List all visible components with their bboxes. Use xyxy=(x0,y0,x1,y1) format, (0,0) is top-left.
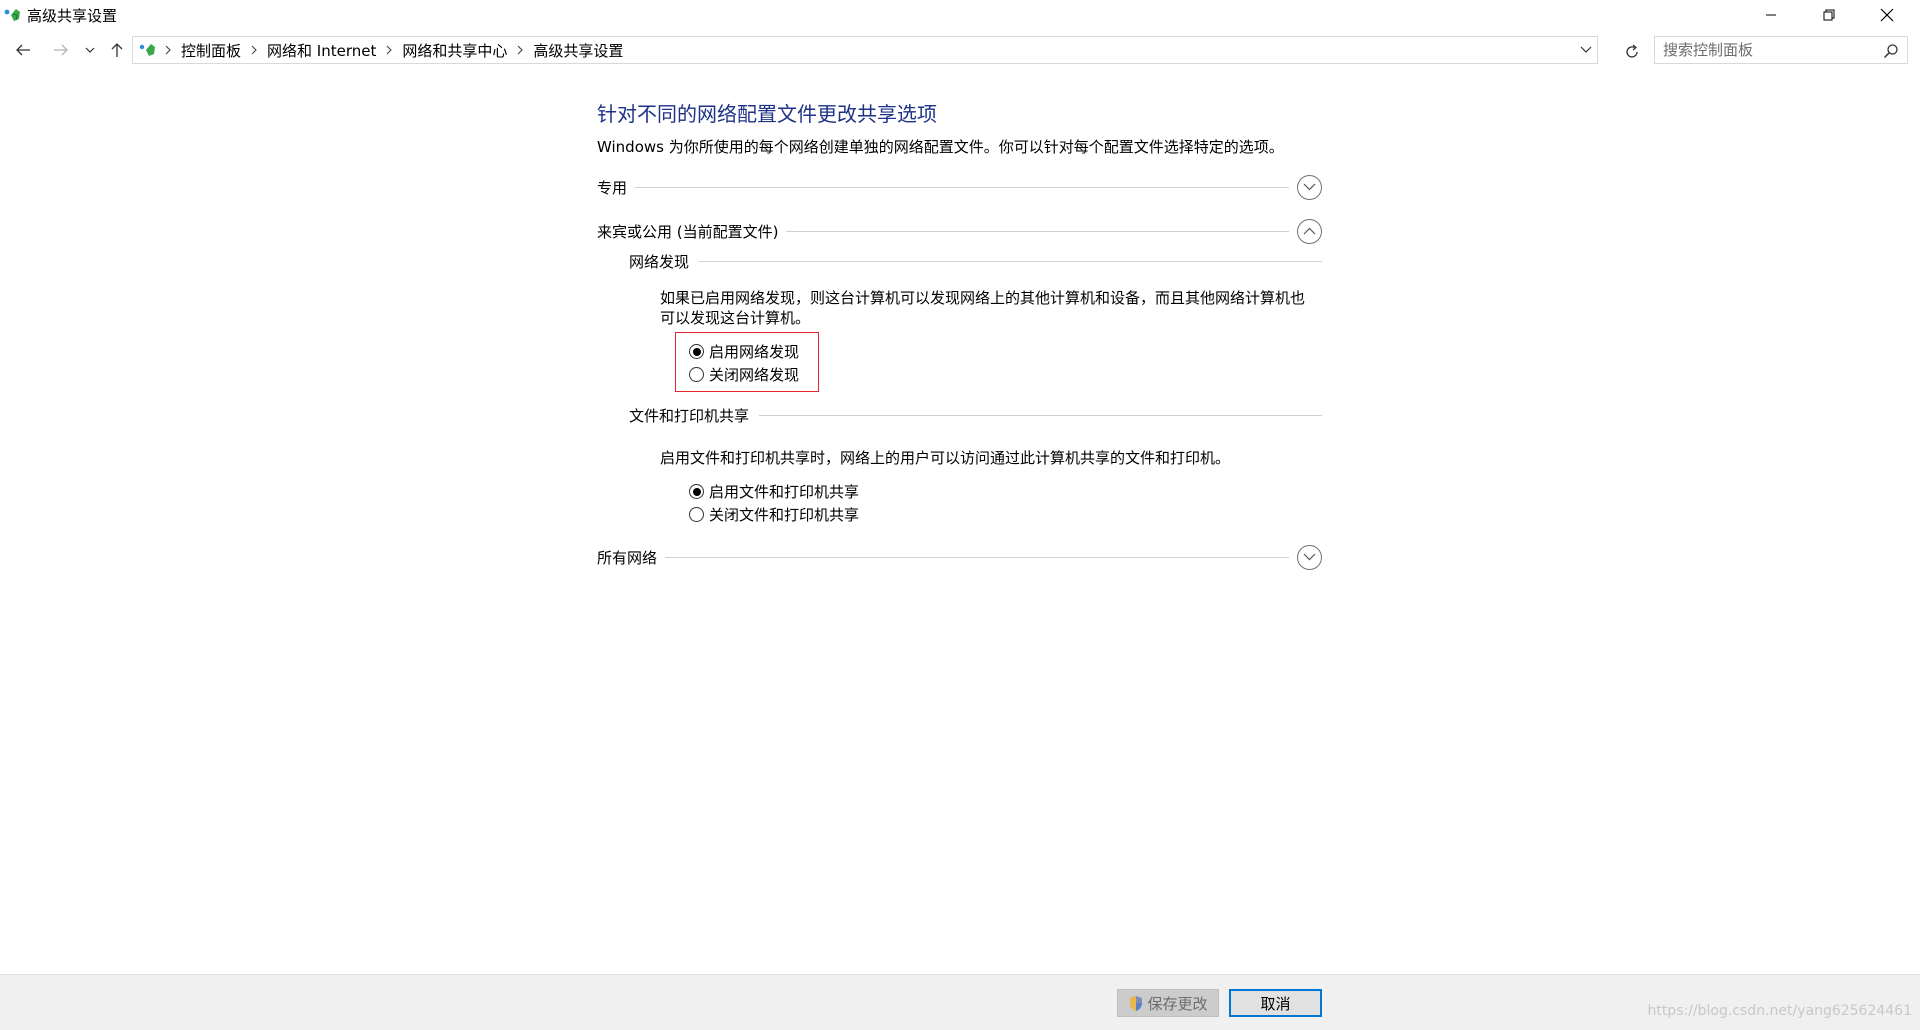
expand-private-button[interactable] xyxy=(1297,174,1322,200)
collapse-guest-public-button[interactable] xyxy=(1297,218,1322,244)
close-icon xyxy=(1880,8,1894,21)
breadcrumb-control-panel[interactable]: 控制面板 xyxy=(181,40,241,61)
watermark-text: https://blog.csdn.net/yang625624461 xyxy=(1647,1003,1912,1019)
section-divider xyxy=(786,230,1289,232)
arrow-left-icon xyxy=(16,44,30,56)
breadcrumb-separator-icon xyxy=(165,45,171,55)
file-printer-sharing-options: 启用文件和打印机共享 关闭文件和打印机共享 xyxy=(689,480,859,526)
section-divider xyxy=(699,260,1322,262)
chevron-down-icon xyxy=(85,47,95,53)
page-description: Windows 为你所使用的每个网络创建单独的网络配置文件。你可以针对每个配置文… xyxy=(597,138,1284,156)
file-printer-sharing-header: 文件和打印机共享 xyxy=(629,404,1322,426)
window-title: 高级共享设置 xyxy=(27,7,118,25)
expand-all-networks-button[interactable] xyxy=(1297,544,1322,570)
breadcrumb-separator-icon xyxy=(251,45,257,55)
radio-label: 启用文件和打印机共享 xyxy=(709,483,860,501)
section-divider xyxy=(759,414,1322,416)
restore-button[interactable] xyxy=(1800,0,1858,29)
minimize-button[interactable] xyxy=(1742,0,1800,29)
breadcrumb-separator-icon xyxy=(517,45,524,55)
up-button[interactable] xyxy=(104,38,130,62)
breadcrumb-advanced-sharing[interactable]: 高级共享设置 xyxy=(533,40,623,61)
advanced-sharing-settings-window: 高级共享设置 控制面板 网络和 Internet 网络和共享中心 高级共享设置 … xyxy=(0,0,1920,1030)
network-discovery-title: 网络发现 xyxy=(629,252,690,271)
radio-disable-file-printer-sharing[interactable]: 关闭文件和打印机共享 xyxy=(689,503,859,526)
footer-bar: 保存更改 取消 https://blog.csdn.net/yang625624… xyxy=(0,974,1920,1030)
arrow-right-icon xyxy=(54,44,68,56)
profile-guest-public-header[interactable]: 来宾或公用 (当前配置文件) xyxy=(597,218,1322,244)
minimize-icon xyxy=(1766,14,1776,15)
refresh-button[interactable] xyxy=(1620,40,1644,64)
file-printer-sharing-description: 启用文件和打印机共享时，网络上的用户可以访问通过此计算机共享的文件和打印机。 xyxy=(660,449,1231,467)
arrow-up-icon xyxy=(111,43,123,57)
close-button[interactable] xyxy=(1858,0,1916,29)
forward-button[interactable] xyxy=(48,38,74,62)
file-printer-sharing-title: 文件和打印机共享 xyxy=(629,406,750,425)
profile-private-header[interactable]: 专用 xyxy=(597,174,1322,200)
title-bar: 高级共享设置 xyxy=(0,0,1920,29)
navigation-bar: 控制面板 网络和 Internet 网络和共享中心 高级共享设置 xyxy=(0,34,1920,66)
search-icon xyxy=(1883,44,1898,59)
chevron-down-icon xyxy=(1580,46,1592,53)
radio-enable-file-printer-sharing[interactable]: 启用文件和打印机共享 xyxy=(689,480,859,503)
profile-private-label: 专用 xyxy=(597,178,628,197)
section-divider xyxy=(665,556,1289,558)
breadcrumb-network-sharing-center[interactable]: 网络和共享中心 xyxy=(402,40,507,61)
network-discovery-description: 如果已启用网络发现，则这台计算机可以发现网络上的其他计算机和设备，而且其他网络计… xyxy=(660,288,1305,328)
network-discovery-options: 启用网络发现 关闭网络发现 xyxy=(689,340,799,386)
radio-button-checked[interactable] xyxy=(689,344,704,359)
chevron-down-icon xyxy=(1303,183,1316,191)
radio-label: 关闭文件和打印机共享 xyxy=(709,506,860,524)
address-dropdown-button[interactable] xyxy=(1575,37,1597,63)
breadcrumb-network-internet[interactable]: 网络和 Internet xyxy=(267,40,376,61)
network-discovery-header: 网络发现 xyxy=(629,250,1322,272)
radio-button[interactable] xyxy=(689,507,704,522)
chevron-up-icon xyxy=(1303,227,1316,235)
profile-guest-public-label: 来宾或公用 (当前配置文件) xyxy=(597,222,779,241)
radio-label: 关闭网络发现 xyxy=(709,366,800,384)
save-changes-label: 保存更改 xyxy=(1147,994,1208,1013)
radio-label: 启用网络发现 xyxy=(709,343,800,361)
address-bar[interactable]: 控制面板 网络和 Internet 网络和共享中心 高级共享设置 xyxy=(132,36,1598,64)
back-button[interactable] xyxy=(10,38,36,62)
search-box[interactable] xyxy=(1654,36,1908,64)
cancel-button[interactable]: 取消 xyxy=(1229,989,1322,1017)
save-changes-button[interactable]: 保存更改 xyxy=(1117,989,1219,1017)
page-heading: 针对不同的网络配置文件更改共享选项 xyxy=(597,102,937,126)
network-location-icon xyxy=(139,44,155,56)
uac-shield-icon xyxy=(1130,995,1143,1011)
recent-locations-button[interactable] xyxy=(80,38,100,62)
radio-button-checked[interactable] xyxy=(689,484,704,499)
network-app-icon xyxy=(4,9,20,21)
radio-enable-network-discovery[interactable]: 启用网络发现 xyxy=(689,340,799,363)
radio-button[interactable] xyxy=(689,367,704,382)
chevron-down-icon xyxy=(1303,553,1316,561)
radio-disable-network-discovery[interactable]: 关闭网络发现 xyxy=(689,363,799,386)
network-discovery-description-line: 如果已启用网络发现，则这台计算机可以发现网络上的其他计算机和设备，而且其他网络计… xyxy=(660,289,1306,307)
restore-icon xyxy=(1823,9,1835,20)
refresh-icon xyxy=(1626,44,1638,58)
breadcrumb-separator-icon xyxy=(386,45,393,55)
search-input[interactable] xyxy=(1663,41,1873,59)
network-discovery-description-line: 可以发现这台计算机。 xyxy=(660,309,811,327)
profile-all-networks-label: 所有网络 xyxy=(597,548,658,567)
profile-all-networks-header[interactable]: 所有网络 xyxy=(597,544,1322,570)
section-divider xyxy=(635,186,1289,188)
